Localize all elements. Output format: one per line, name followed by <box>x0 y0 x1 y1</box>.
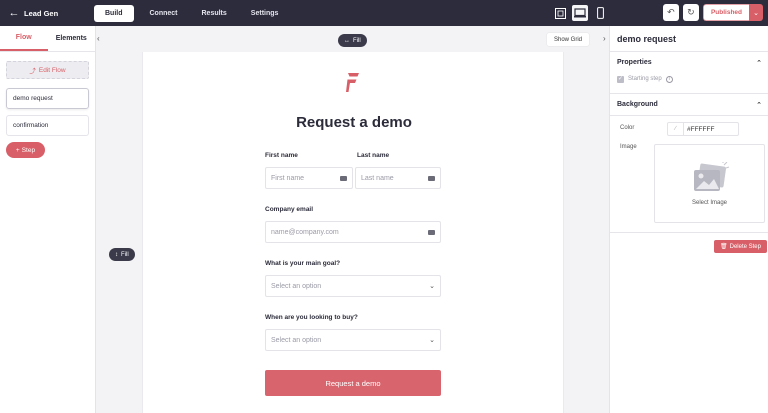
right-panel: demo request Properties ⌃ ✓ Starting ste… <box>609 26 768 413</box>
tab-flow[interactable]: Flow <box>0 26 48 51</box>
info-icon[interactable]: i <box>665 75 673 83</box>
divider <box>610 232 768 233</box>
tab-elements[interactable]: Elements <box>48 26 96 51</box>
fullscreen-icon[interactable] <box>552 5 568 21</box>
chevron-down-icon: ⌄ <box>429 283 435 290</box>
company-email-input[interactable]: name@company.com <box>265 221 441 243</box>
flow-icon: ⤴ <box>29 68 36 75</box>
image-placeholder-icon <box>693 161 729 191</box>
collapse-right-chevron-icon[interactable]: › <box>603 34 606 43</box>
color-swatch-icon[interactable]: ∕ <box>668 123 684 135</box>
edit-flow-button[interactable]: ⤴ Edit Flow <box>6 61 89 79</box>
image-label: Image <box>620 144 637 150</box>
fill-width-label: Fill <box>353 37 361 44</box>
left-tabs: Flow Elements <box>0 26 95 52</box>
redo-icon[interactable]: ↻ <box>682 4 699 21</box>
tab-connect[interactable]: Connect <box>138 0 190 26</box>
image-picker[interactable]: Select Image <box>654 144 765 223</box>
first-name-input[interactable]: First name <box>265 167 353 189</box>
first-name-label: First name <box>265 152 298 159</box>
form-title: Request a demo <box>296 114 412 131</box>
properties-section-header[interactable]: Properties ⌃ <box>610 52 768 73</box>
publish-label[interactable]: Published <box>702 4 749 21</box>
step-title: demo request <box>610 26 768 52</box>
starting-step-row: ✓ Starting step i <box>610 73 768 85</box>
select-image-label: Select Image <box>691 199 728 206</box>
tab-settings[interactable]: Settings <box>239 0 291 26</box>
form-page: Request a demo First name Last name Firs… <box>142 52 564 413</box>
show-grid-button[interactable]: Show Grid <box>547 33 589 46</box>
step-item-confirmation[interactable]: confirmation <box>6 115 89 136</box>
fill-height-label: Fill <box>121 251 129 258</box>
buy-timeline-select[interactable]: Select an option ⌄ <box>265 329 441 351</box>
chevron-down-icon[interactable]: ⌄ <box>749 4 763 21</box>
buy-placeholder: Select an option <box>271 336 322 344</box>
color-label: Color <box>620 125 635 131</box>
edit-flow-label: Edit Flow <box>38 66 66 74</box>
top-bar: ← Lead Gen Build Connect Results Setting… <box>0 0 768 26</box>
divider <box>610 115 768 116</box>
tab-build[interactable]: Build <box>94 4 134 22</box>
company-email-label: Company email <box>265 206 314 213</box>
chevron-up-icon[interactable]: ⌃ <box>756 59 762 67</box>
contact-card-icon <box>428 229 435 235</box>
goal-placeholder: Select an option <box>271 282 322 290</box>
desktop-view-icon[interactable] <box>572 5 588 21</box>
background-heading: Background <box>617 101 658 108</box>
properties-heading: Properties <box>617 59 652 66</box>
chevron-up-icon[interactable]: ⌃ <box>756 101 762 109</box>
chevron-down-icon: ⌄ <box>429 337 435 344</box>
mobile-view-icon[interactable] <box>592 5 608 21</box>
last-name-input[interactable]: Last name <box>355 167 441 189</box>
tab-results[interactable]: Results <box>190 0 239 26</box>
starting-step-label: Starting step <box>628 76 662 82</box>
add-step-button[interactable]: + Step <box>6 142 45 158</box>
vertical-arrows-icon: ↕ <box>115 251 118 258</box>
email-placeholder: name@company.com <box>271 228 339 236</box>
trash-icon: 🗑 <box>720 244 728 250</box>
step-item-demo-request[interactable]: demo request <box>6 88 89 109</box>
background-section-header[interactable]: Background ⌃ <box>610 94 768 115</box>
collapse-left-chevron-icon[interactable]: ‹ <box>97 34 100 43</box>
request-demo-button[interactable]: Request a demo <box>265 370 441 396</box>
buy-timeline-label: When are you looking to buy? <box>265 314 358 321</box>
horizontal-arrows-icon: ↔ <box>344 37 350 44</box>
color-value: #FFFFFF <box>687 125 715 133</box>
left-panel: Flow Elements ⤴ Edit Flow demo request c… <box>0 26 96 413</box>
delete-step-button[interactable]: 🗑 Delete Step <box>714 240 767 253</box>
top-nav: Build Connect Results Settings <box>94 0 290 26</box>
last-name-placeholder: Last name <box>361 174 394 182</box>
brand-logo-icon <box>345 71 361 95</box>
back-arrow-icon[interactable]: ← <box>4 0 24 26</box>
app-title: Lead Gen <box>24 8 59 18</box>
color-input[interactable]: ∕ #FFFFFF <box>667 122 739 136</box>
contact-card-icon <box>340 175 347 181</box>
fill-width-toggle[interactable]: ↔ Fill <box>338 34 367 47</box>
main-goal-select[interactable]: Select an option ⌄ <box>265 275 441 297</box>
last-name-label: Last name <box>357 152 390 159</box>
undo-icon[interactable]: ↶ <box>662 4 679 21</box>
publish-button[interactable]: Published ⌄ <box>702 4 763 21</box>
topbar-actions: ↶ ↻ Published ⌄ <box>662 4 763 21</box>
first-name-placeholder: First name <box>271 174 305 182</box>
device-switcher <box>552 5 608 21</box>
starting-step-checkbox[interactable]: ✓ <box>617 75 624 83</box>
plus-icon: + <box>15 146 20 154</box>
main-goal-label: What is your main goal? <box>265 260 341 267</box>
fill-height-toggle[interactable]: ↕ Fill <box>109 248 135 261</box>
contact-card-icon <box>428 175 435 181</box>
add-step-label: Step <box>21 146 36 154</box>
delete-step-label: Delete Step <box>729 243 761 250</box>
